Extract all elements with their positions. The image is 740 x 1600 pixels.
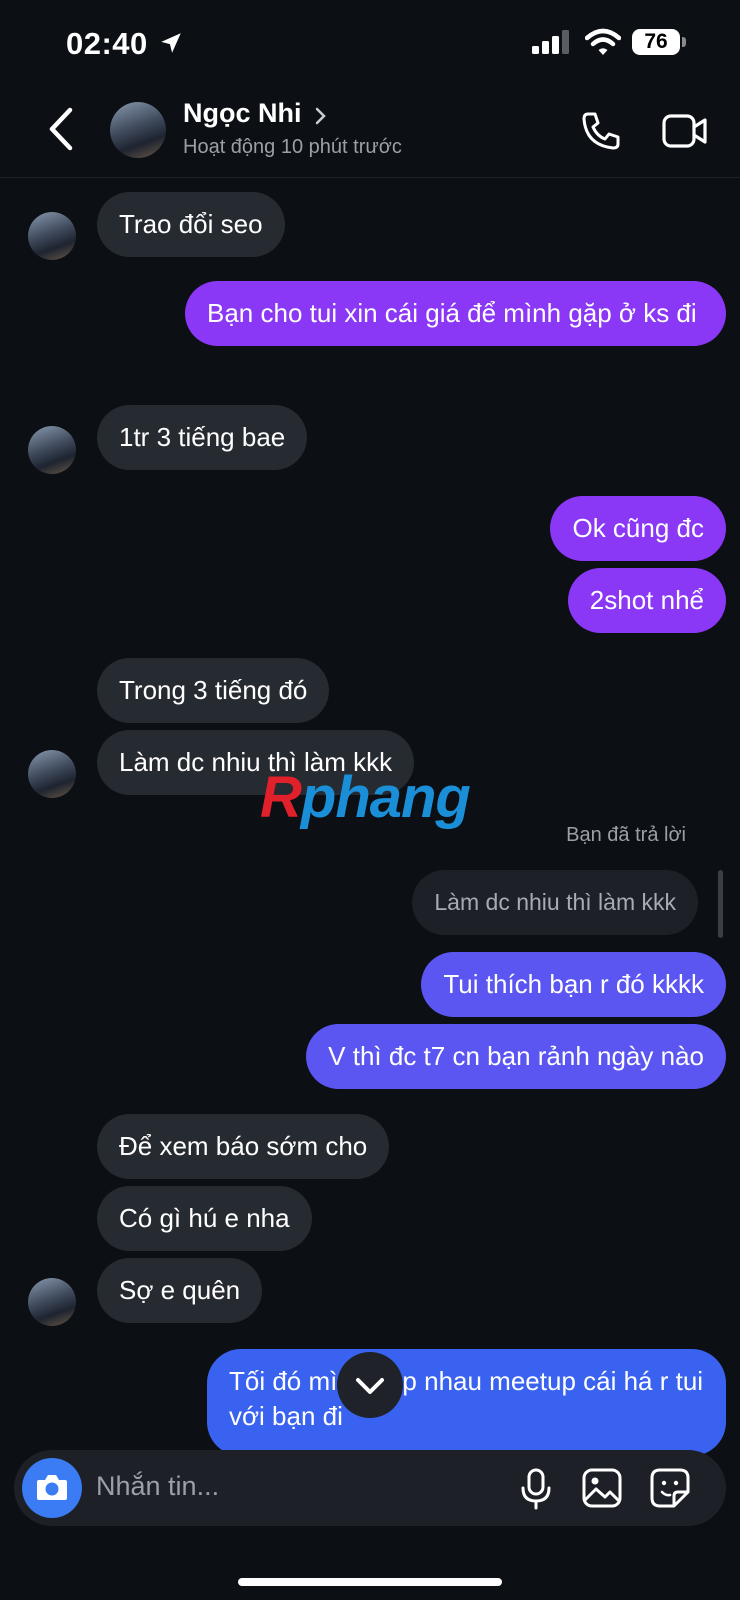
scroll-down-button[interactable]: [337, 1352, 403, 1418]
back-icon[interactable]: [42, 104, 82, 154]
message-input[interactable]: Nhắn tin...: [96, 1471, 219, 1502]
message-sent[interactable]: 2shot nhể: [567, 568, 726, 633]
contact-avatar[interactable]: [110, 102, 166, 158]
phone-icon[interactable]: [580, 110, 622, 152]
battery-icon: 76: [632, 29, 688, 57]
contact-status: Hoạt động 10 phút trước: [183, 136, 402, 158]
message-received[interactable]: Trong 3 tiếng đó: [97, 658, 330, 723]
message-sent[interactable]: V thì đc t7 cn bạn rảnh ngày nào: [306, 1024, 726, 1089]
camera-button[interactable]: [22, 1458, 82, 1518]
chevron-down-icon: [356, 1378, 384, 1394]
status-time: 02:40: [66, 26, 148, 61]
microphone-icon[interactable]: [518, 1468, 554, 1510]
message-received[interactable]: 1tr 3 tiếng bae: [97, 405, 308, 470]
location-arrow-icon: [161, 33, 181, 53]
watermark: Rphang: [260, 765, 471, 830]
reply-label: Bạn đã trả lời: [566, 824, 686, 846]
contact-name[interactable]: Ngọc Nhi: [183, 98, 302, 129]
wifi-icon: [585, 28, 621, 55]
signal-icon: [532, 30, 569, 54]
message-avatar[interactable]: [28, 750, 76, 798]
header-divider: [0, 177, 740, 178]
message-avatar[interactable]: [28, 1278, 76, 1326]
battery-level: 76: [644, 30, 668, 53]
reply-quote[interactable]: Làm dc nhiu thì làm kkk: [412, 870, 698, 935]
gallery-icon[interactable]: [582, 1468, 622, 1508]
message-received[interactable]: Có gì hú e nha: [97, 1186, 312, 1251]
message-avatar[interactable]: [28, 212, 76, 260]
chevron-right-icon[interactable]: [313, 104, 329, 128]
message-avatar[interactable]: [28, 426, 76, 474]
message-received[interactable]: Sợ e quên: [97, 1258, 263, 1323]
reply-indicator: [718, 870, 723, 938]
message-sent[interactable]: Bạn cho tui xin cái giá để mình gặp ở ks…: [185, 281, 726, 346]
home-indicator[interactable]: [238, 1578, 502, 1586]
message-sent[interactable]: Tối đó mình gặp nhau meetup cái há r tui…: [207, 1349, 726, 1456]
video-camera-icon[interactable]: [662, 112, 708, 150]
camera-icon: [37, 1475, 67, 1500]
message-sent[interactable]: Ok cũng đc: [550, 496, 726, 561]
message-received[interactable]: Để xem báo sớm cho: [97, 1114, 390, 1179]
message-received[interactable]: Trao đổi seo: [97, 192, 285, 257]
sticker-icon[interactable]: [650, 1468, 690, 1508]
message-sent[interactable]: Tui thích bạn r đó kkkk: [421, 952, 726, 1017]
